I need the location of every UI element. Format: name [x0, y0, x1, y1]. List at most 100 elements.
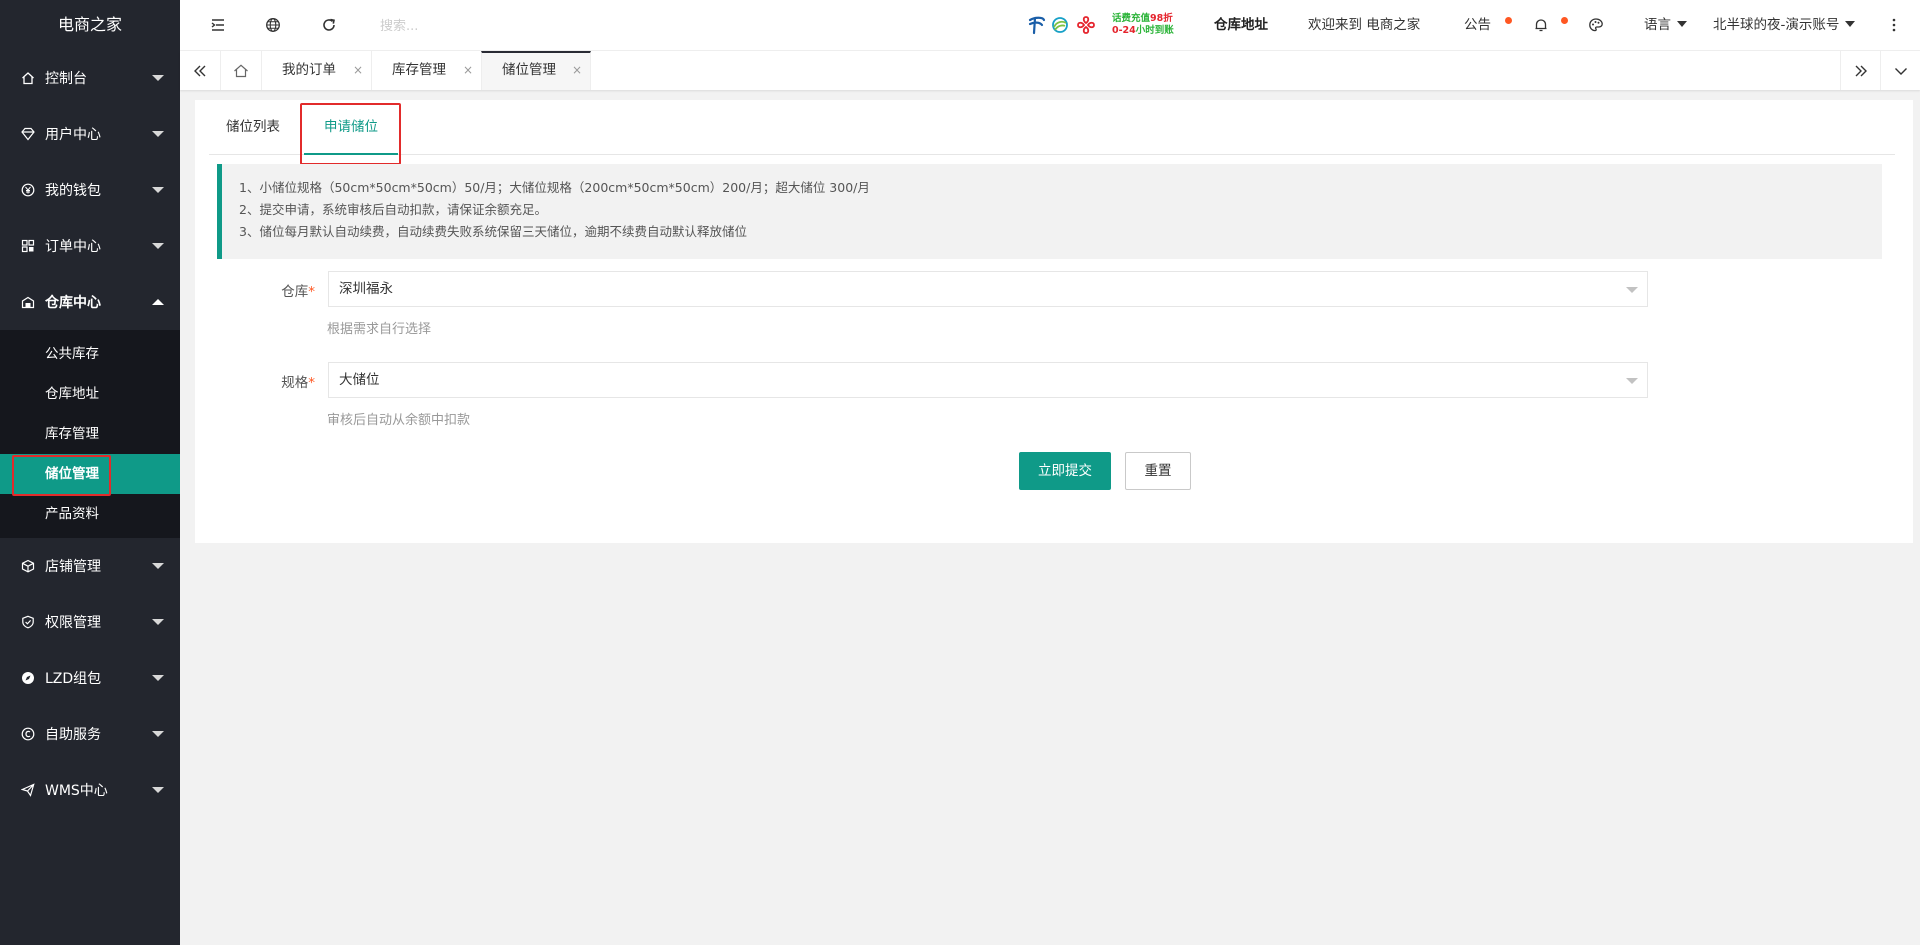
app-logo[interactable]: 电商之家 [0, 0, 180, 50]
language-dropdown[interactable]: 语言 [1644, 0, 1687, 50]
sidebar-item-label: 订单中心 [45, 239, 101, 255]
top-header: 话费充值98折 0-24小时到账 仓库地址 欢迎来到 电商之家 公告 语言 北半… [180, 0, 1920, 51]
sidebar-item-label: 用户中心 [45, 127, 101, 143]
chevron-down-icon [152, 675, 164, 681]
tab-home[interactable] [220, 51, 261, 90]
tab-my-orders[interactable]: 我的订单 × [261, 51, 371, 90]
tab-label: 库存管理 [392, 62, 446, 78]
more-vertical-icon[interactable] [1886, 17, 1902, 33]
carrier-logos-graphic [1028, 16, 1095, 35]
sidebar-item-order-center[interactable]: 订单中心 [0, 218, 180, 274]
china-telecom-logo [1028, 16, 1046, 35]
promo-discount: 98折 [1150, 13, 1173, 24]
tab-storage-location[interactable]: 储位管理 × [481, 51, 591, 90]
sidebar-item-permission-management[interactable]: 权限管理 [0, 594, 180, 650]
close-icon[interactable]: × [572, 53, 582, 88]
notice-line: 1、小储位规格（50cm*50cm*50cm）50/月；大储位规格（200cm*… [239, 180, 870, 195]
compass-icon [20, 670, 36, 686]
double-chevron-right-icon [1853, 63, 1869, 79]
notice-block: 1、小储位规格（50cm*50cm*50cm）50/月；大储位规格（200cm*… [217, 164, 1882, 259]
promo-text-b: 小时到账 [1135, 25, 1174, 36]
sidebar-item-dashboard[interactable]: 控制台 [0, 50, 180, 106]
sidebar-item-warehouse-center[interactable]: 仓库中心 [0, 274, 180, 330]
warehouse-address-link[interactable]: 仓库地址 [1214, 0, 1268, 50]
china-mobile-logo [1052, 17, 1068, 33]
notice-line: 3、储位每月默认自动续费，自动续费失败系统保留三天储位，逾期不续费自动默认释放储… [239, 224, 747, 239]
sidebar-item-user-center[interactable]: 用户中心 [0, 106, 180, 162]
chevron-down-icon [152, 619, 164, 625]
sidebar: 电商之家 控制台 用户中心 我的钱包 订单中心 仓库中心 公共库存 仓库地址 库… [0, 0, 180, 945]
search-input[interactable] [378, 11, 662, 41]
menu-toggle-icon[interactable] [210, 17, 226, 33]
home-icon [233, 63, 249, 79]
announcement-badge-dot [1505, 17, 1512, 24]
palette-icon[interactable] [1588, 17, 1604, 33]
chevron-down-icon [152, 563, 164, 569]
inner-tab-bar: 储位列表 申请储位 [209, 100, 1895, 155]
tab-apply-storage[interactable]: 申请储位 [304, 100, 398, 155]
caret-down-icon [1626, 287, 1638, 293]
caret-down-icon [1626, 378, 1638, 384]
label-text: 规格 [281, 375, 309, 391]
welcome-text: 欢迎来到 电商之家 [1308, 17, 1421, 33]
diamond-icon [20, 126, 36, 142]
scroll-tabs-right-button[interactable] [1840, 51, 1881, 90]
caret-down-icon [1845, 21, 1856, 27]
sidebar-item-label: 自助服务 [45, 727, 101, 743]
sidebar-item-label: 店铺管理 [45, 559, 101, 575]
tab-storage-list[interactable]: 储位列表 [211, 100, 295, 154]
scroll-tabs-left-button[interactable] [180, 51, 220, 90]
announcement-link[interactable]: 公告 [1464, 0, 1491, 50]
chevron-down-icon [152, 75, 164, 81]
chevron-down-icon [152, 187, 164, 193]
notification-badge-dot [1561, 17, 1568, 24]
refresh-icon[interactable] [321, 17, 337, 33]
warehouse-icon [20, 294, 36, 310]
tabs-menu-button[interactable] [1880, 51, 1920, 90]
sidebar-item-wallet[interactable]: 我的钱包 [0, 162, 180, 218]
sidebar-item-store-management[interactable]: 店铺管理 [0, 538, 180, 594]
sidebar-item-label: LZD组包 [45, 671, 102, 687]
tab-inventory-management[interactable]: 库存管理 × [371, 51, 481, 90]
sidebar-subitem-public-inventory[interactable]: 公共库存 [0, 334, 180, 374]
notice-line: 2、提交申请，系统审核后自动扣款，请保证余额充足。 [239, 202, 547, 217]
close-icon[interactable]: × [463, 51, 473, 90]
promo-hours: 0-24 [1112, 25, 1136, 36]
warehouse-select[interactable]: 深圳福永 [328, 271, 1648, 307]
page-tabs-bar: 我的订单 × 库存管理 × 储位管理 × [180, 51, 1920, 90]
account-dropdown[interactable]: 北半球的夜-演示账号 [1713, 0, 1856, 50]
sidebar-item-lzd-package[interactable]: LZD组包 [0, 650, 180, 706]
close-icon[interactable]: × [353, 51, 363, 90]
spec-field-label: 规格* [222, 371, 315, 391]
sidebar-item-label: 权限管理 [45, 615, 101, 631]
china-unicom-logo [1077, 16, 1095, 34]
content-card: 储位列表 申请储位 1、小储位规格（50cm*50cm*50cm）50/月；大储… [195, 100, 1913, 543]
chevron-down-icon [152, 243, 164, 249]
cube-icon [20, 558, 36, 574]
sidebar-item-self-service[interactable]: 自助服务 [0, 706, 180, 762]
recharge-promo[interactable]: 话费充值98折 0-24小时到账 [1112, 13, 1174, 37]
reset-button[interactable]: 重置 [1125, 452, 1191, 490]
bell-icon[interactable] [1533, 17, 1549, 33]
account-name: 北半球的夜-演示账号 [1713, 17, 1840, 33]
spec-select[interactable]: 大储位 [328, 362, 1648, 398]
tab-label: 我的订单 [282, 62, 336, 78]
chevron-down-icon [152, 131, 164, 137]
apps-icon [20, 238, 36, 254]
label-text: 仓库 [281, 284, 309, 300]
selected-value: 深圳福永 [339, 281, 393, 297]
sidebar-item-wms-center[interactable]: WMS中心 [0, 762, 180, 818]
globe-icon[interactable] [265, 17, 281, 33]
required-mark: * [308, 284, 315, 300]
submit-button[interactable]: 立即提交 [1019, 452, 1111, 490]
double-chevron-left-icon [192, 63, 208, 79]
page-tabs: 我的订单 × 库存管理 × 储位管理 × [220, 51, 591, 90]
warehouse-hint: 根据需求自行选择 [327, 322, 432, 337]
chevron-down-icon [1893, 63, 1909, 79]
sidebar-subitem-warehouse-address[interactable]: 仓库地址 [0, 374, 180, 414]
sidebar-subitem-storage-location[interactable]: 储位管理 [0, 454, 180, 494]
sidebar-item-label: 控制台 [45, 71, 87, 87]
sidebar-subitem-inventory-management[interactable]: 库存管理 [0, 414, 180, 454]
carrier-logos [1026, 13, 1096, 37]
sidebar-subitem-product-info[interactable]: 产品资料 [0, 494, 180, 534]
